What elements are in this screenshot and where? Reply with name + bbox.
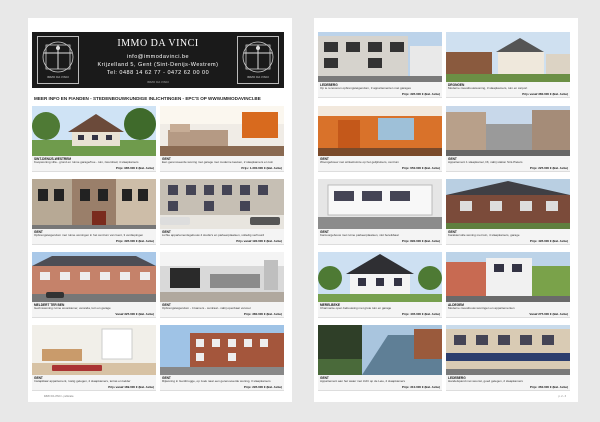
property-photo[interactable] (160, 325, 284, 375)
listing-card[interactable]: GENT Woongebouw met winkelruimte op het … (318, 106, 442, 172)
listing-price: Prijs: 435.000 € (Bel. Actie) (401, 312, 440, 316)
listing-card[interactable]: ALDEGEM Moderne nieuwbouw woningen en ap… (446, 252, 570, 318)
listing-price: Vanaf 325.000 € (Bel. Actie) (115, 312, 154, 316)
listing-card[interactable]: GENT Opbrengsteigendom - 4 kamers - cent… (160, 252, 284, 318)
property-photo[interactable] (160, 252, 284, 302)
listing-price: Prijs: 495.000 € (Bel. Actie) (529, 239, 568, 243)
listing-caption: SINT-DENIJS-WESTREM Koopwoning villa - g… (32, 156, 156, 172)
page-footer-left: IMMO DA VINCI - publicatie (44, 395, 74, 398)
listing-card[interactable]: LEDEBERG Handelspand met woonst, goed ge… (446, 325, 570, 391)
listing-description: Rijwoning in Gentbrugge, op zoek naar ee… (162, 380, 271, 383)
property-photo[interactable] (446, 32, 570, 82)
listing-description: Opbrengsteigendom met ruime woningen in … (34, 234, 144, 237)
listing-price: Prijs: 360.000 € (Bel. Actie) (529, 385, 568, 389)
listing-price: Prijs vanaf 190.000 € (Bel. Actie) (236, 239, 282, 243)
listing-price: Prijs: 985.000 € (Bel. Actie) (115, 166, 154, 170)
listing-price: Prijs: 295.000 € (Bel. Actie) (243, 385, 282, 389)
listing-price: Prijs: 395.000 € (Bel. Actie) (115, 239, 154, 243)
listing-price: Vanaf 275.000 € (Bel. Actie) (529, 312, 568, 316)
company-logo-right: IMMO DA VINCI (237, 36, 279, 84)
listing-caption: GENT Opbrengsteigendom - 4 kamers - cent… (160, 302, 284, 318)
property-photo[interactable] (318, 325, 442, 375)
property-photo[interactable] (32, 106, 156, 156)
listing-description: Moderne nieuwbouw woningen en appartemen… (448, 307, 515, 310)
listing-card[interactable]: SINT-DENIJS-WESTREM Koopwoning villa - g… (32, 106, 156, 172)
listing-card[interactable]: GENT Appartement 1 slaapkamer, lift, nab… (446, 106, 570, 172)
listing-price: Prijs: 310.000 € (Bel. Actie) (401, 385, 440, 389)
listing-card[interactable]: GENT Instapklaar appartement, rustig gel… (32, 325, 156, 391)
property-photo[interactable] (318, 106, 442, 156)
listing-caption: GENT Lichte appartementsgebouw 4 studio'… (160, 229, 284, 245)
listing-card[interactable]: DRONGEN Moderne nieuwbouwwoning, 3 slaap… (446, 32, 570, 98)
listing-description: Instapklaar appartement, rustig gelegen,… (34, 380, 131, 383)
property-photo[interactable] (160, 106, 284, 156)
listing-caption: MERELBEKE Charmante open bebouwing met g… (318, 302, 442, 318)
listing-price: Prijs: 380.000 € (Bel. Actie) (243, 312, 282, 316)
listing-caption: GENT Kantoorgebouw met ruime parkeerplaa… (318, 229, 442, 245)
property-photo[interactable] (32, 179, 156, 229)
listing-description: Moderne nieuwbouwwoning, 3 slaapkamers, … (448, 87, 528, 90)
listing-caption: GENT Opbrengsteigendom met ruime woninge… (32, 229, 156, 245)
property-photo[interactable] (446, 325, 570, 375)
listing-card[interactable]: GENT Opbrengsteigendom met ruime woninge… (32, 179, 156, 245)
listing-description: Op te renoveren opbrengsteigendom, 3 app… (320, 87, 411, 90)
property-photo[interactable] (446, 252, 570, 302)
listing-card[interactable]: GENT Karaktervolle woning met tuin, 4 sl… (446, 179, 570, 245)
listing-price: Prijs: 890.000 € (Bel. Actie) (401, 239, 440, 243)
vitruvian-logo-icon (242, 41, 274, 73)
listing-caption: GENT Karaktervolle woning met tuin, 4 sl… (446, 229, 570, 245)
right-page: LEDEBERG Op te renoveren opbrengsteigend… (314, 18, 578, 402)
listing-price: Prijs: 650.000 € (Bel. Actie) (401, 166, 440, 170)
listing-description: Karaktervolle woning met tuin, 4 slaapka… (448, 234, 520, 237)
property-photo[interactable] (446, 179, 570, 229)
listing-price: Prijs vanaf 189.000 € (Bel. Actie) (108, 385, 154, 389)
listing-description: Een gerenoveerde woning met garage met m… (162, 161, 274, 164)
listing-description: Opbrengsteigendom - 4 kamers - centraal … (162, 307, 251, 310)
listing-caption: GENT Instapklaar appartement, rustig gel… (32, 375, 156, 391)
listing-price: Prijs: 1.300.000 € (Bel. Actie) (241, 166, 282, 170)
listing-description: Koopwoning villa - grond en ruime garage… (34, 161, 139, 164)
listing-caption: GENT Rijwoning in Gentbrugge, op zoek na… (160, 375, 284, 391)
tagline: MEER INFO EN FIANDEN - STEDENBOUWKUNDIGE… (34, 96, 261, 101)
listing-description: Appartement 1 slaapkamer, lift, nabij st… (448, 161, 523, 164)
listing-description: Gezinswoning ruime woonkamer, veranda, t… (34, 307, 111, 310)
listing-card[interactable]: GENT Lichte appartementsgebouw 4 studio'… (160, 179, 284, 245)
listing-card[interactable]: GENT Appartement aan het water met zicht… (318, 325, 442, 391)
listing-caption: DRONGEN Moderne nieuwbouwwoning, 3 slaap… (446, 82, 570, 98)
listing-price: Prijs: 225.000 € (Bel. Actie) (529, 166, 568, 170)
property-photo[interactable] (32, 325, 156, 375)
listing-card[interactable]: LEDEBERG Op te renoveren opbrengsteigend… (318, 32, 442, 98)
listing-caption: MELDERT TER BEN Gezinswoning ruime woonk… (32, 302, 156, 318)
property-photo[interactable] (160, 179, 284, 229)
listing-description: Kantoorgebouw met ruime parkeerplaatsen,… (320, 234, 399, 237)
property-photo[interactable] (318, 179, 442, 229)
left-page: IMMO DA VINCI IMMO DA VINCI info@immodav… (28, 18, 292, 402)
property-photo[interactable] (32, 252, 156, 302)
listing-card[interactable]: GENT Kantoorgebouw met ruime parkeerplaa… (318, 179, 442, 245)
listing-caption: GENT Woongebouw met winkelruimte op het … (318, 156, 442, 172)
listing-caption: LEDEBERG Handelspand met woonst, goed ge… (446, 375, 570, 391)
listing-card[interactable]: MERELBEKE Charmante open bebouwing met g… (318, 252, 442, 318)
property-photo[interactable] (446, 106, 570, 156)
listing-caption: ALDEGEM Moderne nieuwbouw woningen en ap… (446, 302, 570, 318)
listing-description: Appartement aan het water met zicht op d… (320, 380, 406, 383)
listing-card[interactable]: GENT Een gerenoveerde woning met garage … (160, 106, 284, 172)
listing-description: Woongebouw met winkelruimte op het gelij… (320, 161, 399, 164)
listing-price: Prijs: 395.000 € (Bel. Actie) (401, 92, 440, 96)
listing-caption: LEDEBERG Op te renoveren opbrengsteigend… (318, 82, 442, 98)
property-photo[interactable] (318, 32, 442, 82)
listing-price: Prijs vanaf 380.000 € (Bel. Actie) (522, 92, 568, 96)
logo-caption: IMMO DA VINCI (247, 75, 269, 79)
header-banner: IMMO DA VINCI IMMO DA VINCI info@immodav… (32, 32, 284, 88)
listing-caption: GENT Een gerenoveerde woning met garage … (160, 156, 284, 172)
listing-description: Handelspand met woonst, goed gelegen, 2 … (448, 380, 523, 383)
listing-description: Charmante open bebouwing met grote tuin … (320, 307, 392, 310)
listing-caption: GENT Appartement 1 slaapkamer, lift, nab… (446, 156, 570, 172)
listing-card[interactable]: GENT Rijwoning in Gentbrugge, op zoek na… (160, 325, 284, 391)
page-footer-right: p. 2 - 3 (558, 395, 566, 398)
property-photo[interactable] (318, 252, 442, 302)
listing-card[interactable]: MELDERT TER BEN Gezinswoning ruime woonk… (32, 252, 156, 318)
listing-description: Lichte appartementsgebouw 4 studio's en … (162, 234, 265, 237)
listing-caption: GENT Appartement aan het water met zicht… (318, 375, 442, 391)
